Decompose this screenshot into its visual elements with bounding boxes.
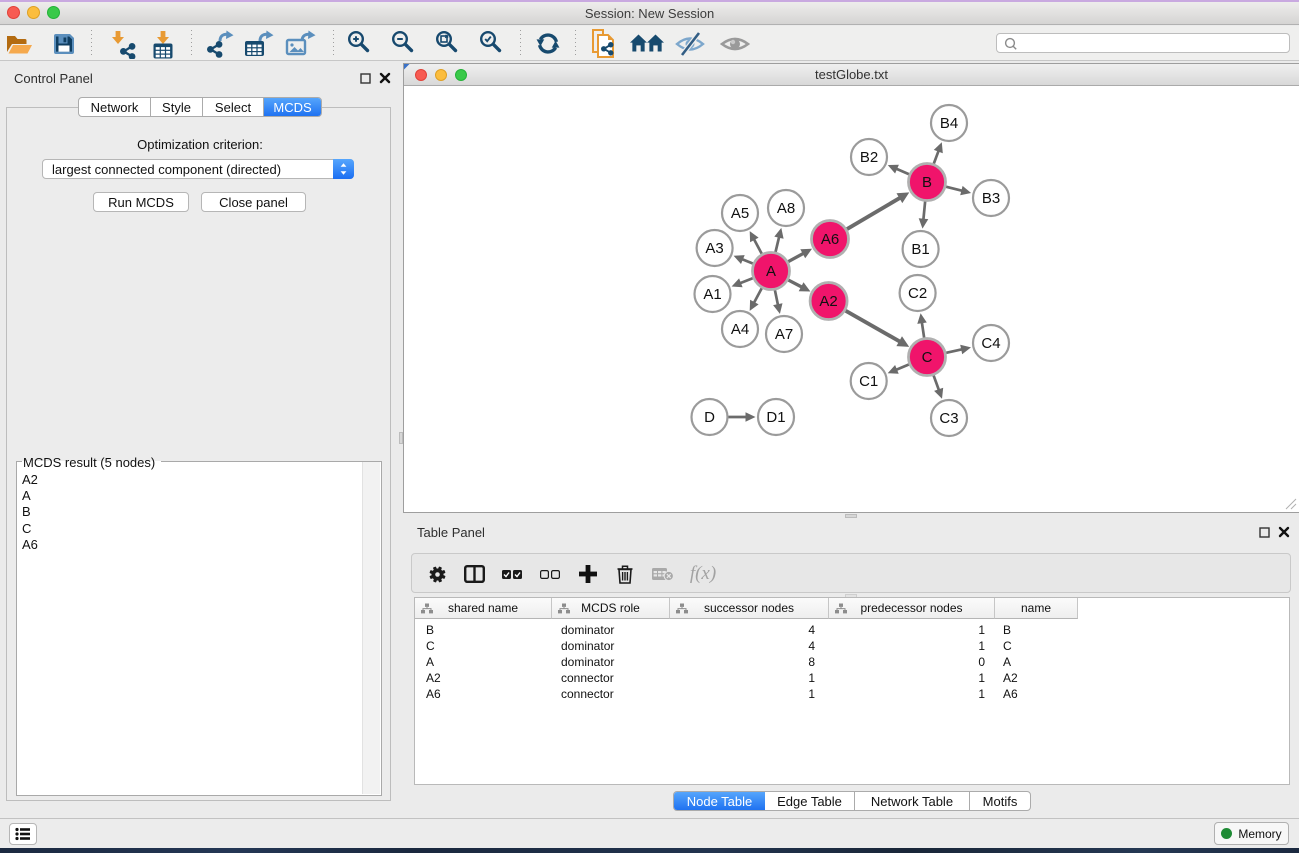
svg-text:C2: C2 (908, 285, 927, 302)
svg-text:A1: A1 (703, 286, 721, 303)
svg-text:C: C (922, 349, 933, 366)
svg-text:C1: C1 (859, 373, 878, 390)
svg-text:B2: B2 (860, 149, 878, 166)
svg-text:A7: A7 (775, 326, 793, 343)
svg-text:C4: C4 (981, 335, 1000, 352)
svg-text:B1: B1 (911, 241, 929, 258)
svg-text:C3: C3 (939, 410, 958, 427)
svg-text:A5: A5 (731, 205, 749, 222)
svg-text:A4: A4 (731, 321, 749, 338)
svg-text:B: B (922, 174, 932, 191)
svg-text:A6: A6 (821, 231, 839, 248)
svg-text:B3: B3 (982, 190, 1000, 207)
svg-text:A: A (766, 263, 776, 280)
svg-text:A8: A8 (777, 200, 795, 217)
svg-text:D: D (704, 409, 715, 426)
svg-text:A3: A3 (705, 240, 723, 257)
svg-text:D1: D1 (766, 409, 785, 426)
svg-text:B4: B4 (940, 115, 958, 132)
svg-text:A2: A2 (819, 293, 837, 310)
